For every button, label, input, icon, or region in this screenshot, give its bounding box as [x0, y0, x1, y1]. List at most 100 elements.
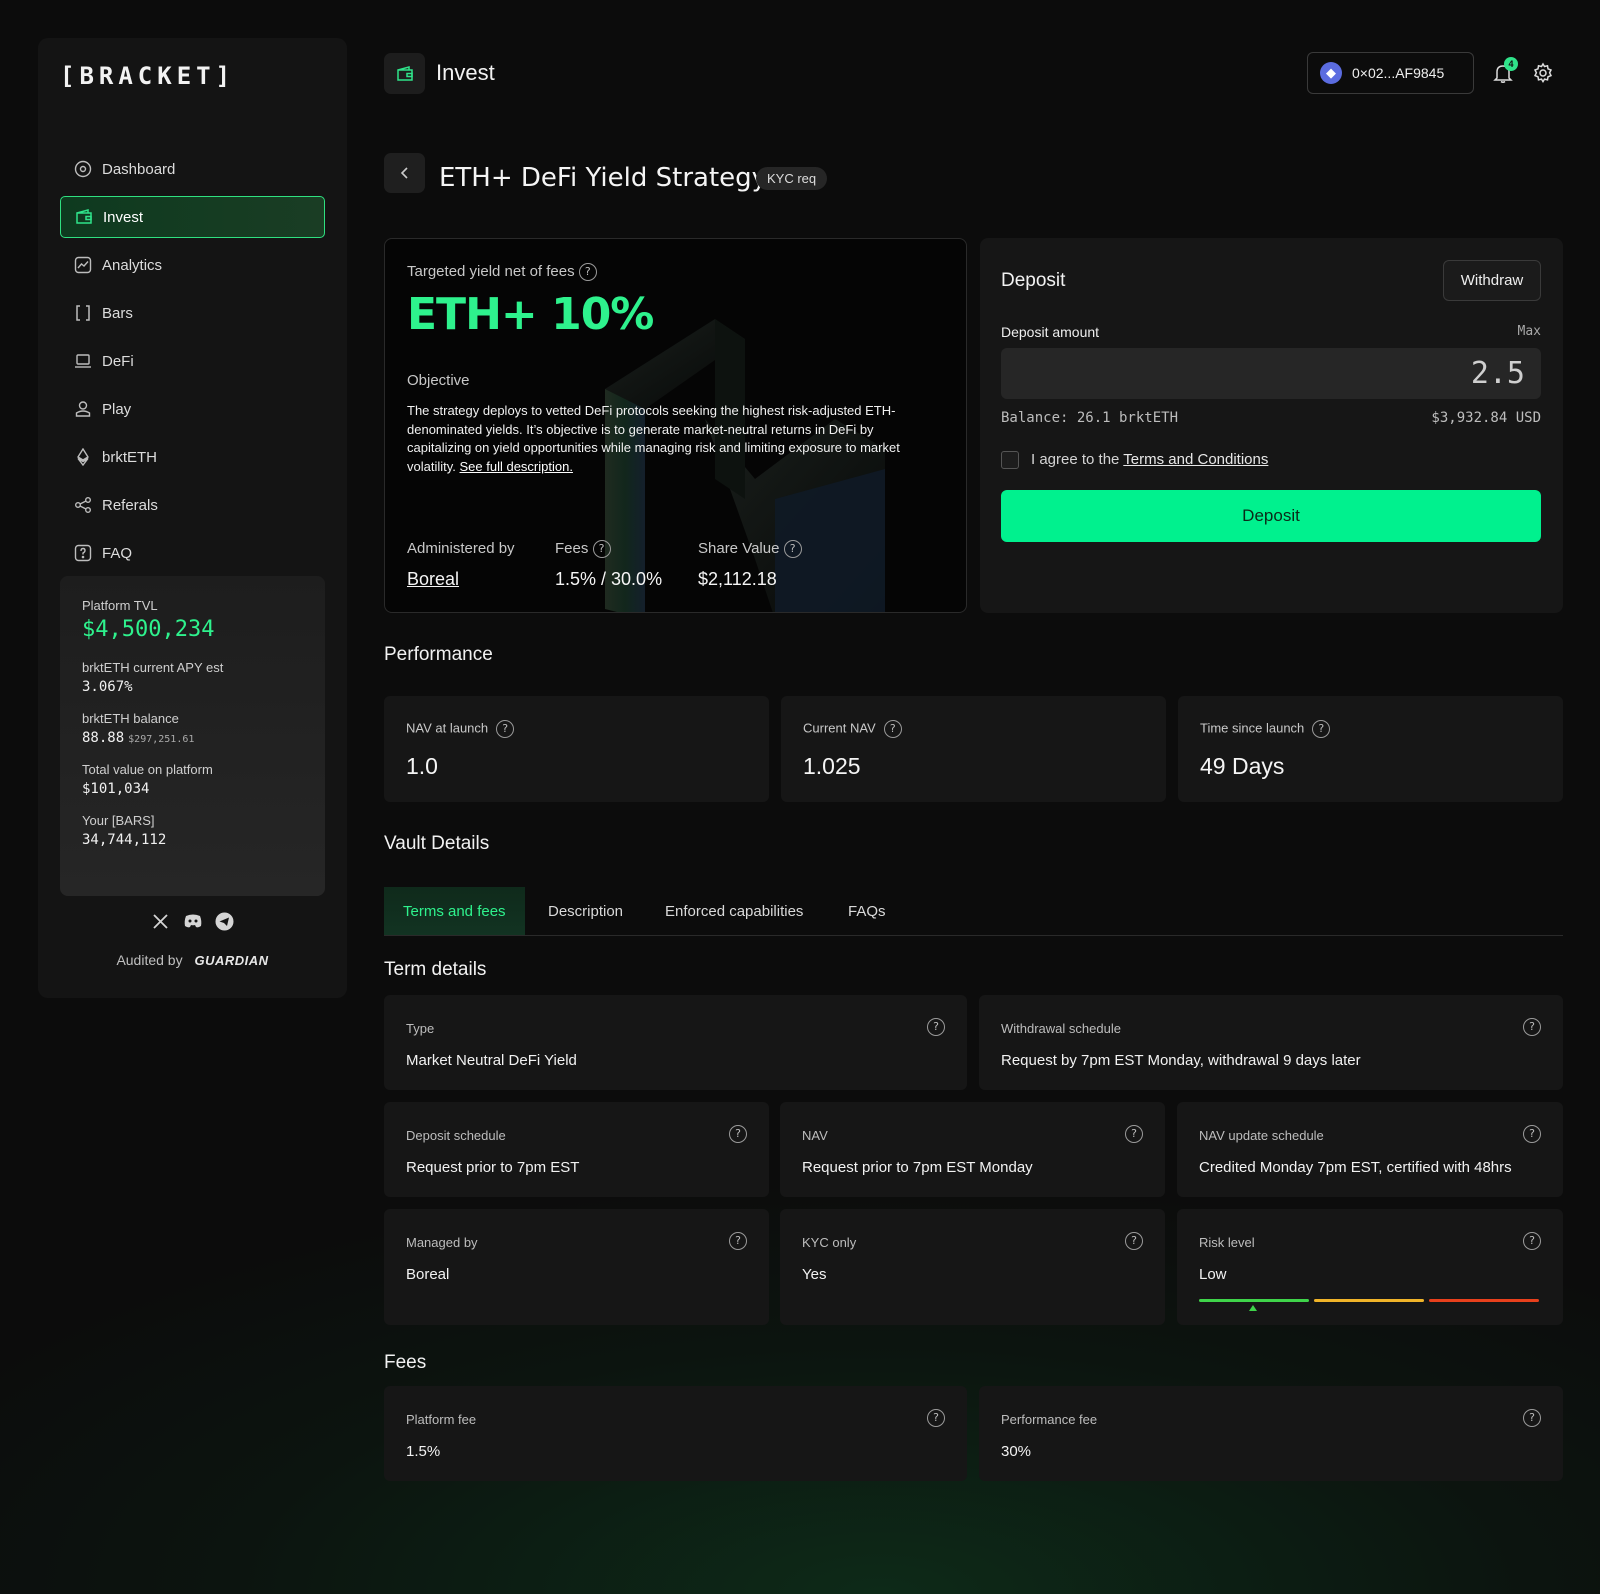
- wallet-button[interactable]: ◆ 0×02...AF9845: [1307, 52, 1474, 94]
- tab-terms-and-fees[interactable]: Terms and fees: [384, 887, 525, 935]
- term-card-managed-by: Managed by ? Boreal: [384, 1209, 769, 1325]
- deposit-amount-input[interactable]: [1001, 348, 1541, 399]
- term-value: Yes: [802, 1266, 827, 1283]
- sidebar-item-label: Bars: [102, 304, 133, 322]
- settings-gear-icon[interactable]: [1532, 62, 1554, 84]
- dashboard-icon: [74, 160, 92, 178]
- terms-link[interactable]: Terms and Conditions: [1123, 451, 1268, 468]
- guardian-logo[interactable]: GUARDIAN: [195, 953, 269, 968]
- sidebar-item-label: Invest: [103, 208, 144, 226]
- help-icon[interactable]: ?: [729, 1125, 747, 1143]
- back-button[interactable]: [384, 153, 425, 193]
- withdraw-button[interactable]: Withdraw: [1443, 260, 1541, 301]
- help-icon[interactable]: ?: [1125, 1125, 1143, 1143]
- eth-icon: [74, 448, 92, 466]
- tab-enforced-capabilities[interactable]: Enforced capabilities: [665, 887, 803, 935]
- fee-card-platform: Platform fee ? 1.5%: [384, 1386, 967, 1481]
- sidebar-item-analytics[interactable]: Analytics: [60, 244, 325, 286]
- deposit-amount-label: Deposit amount: [1001, 324, 1100, 340]
- perf-label: Time since launch: [1200, 720, 1305, 736]
- perf-label-row: NAV at launch?: [406, 720, 515, 738]
- administrator-link[interactable]: Boreal: [407, 569, 459, 590]
- perf-card-time-since-launch: Time since launch? 49 Days: [1178, 696, 1563, 802]
- perf-label-row: Time since launch?: [1200, 720, 1331, 738]
- sidebar-item-invest[interactable]: Invest: [60, 196, 325, 238]
- kyc-badge: KYC req: [756, 167, 828, 190]
- yield-value: ETH+ 10%: [407, 289, 654, 340]
- sidebar-item-dashboard[interactable]: Dashboard: [60, 148, 325, 190]
- sidebar-item-defi[interactable]: DeFi: [60, 340, 325, 382]
- apy-value: 3.067%: [82, 679, 133, 695]
- sidebar-item-bars[interactable]: Bars: [60, 292, 325, 334]
- deposit-card: Deposit Withdraw Deposit amount Max Bala…: [980, 238, 1563, 613]
- yield-label-row: Targeted yield net of fees ?: [407, 263, 597, 282]
- term-label: Risk level: [1199, 1235, 1255, 1250]
- sidebar-item-play[interactable]: Play: [60, 388, 325, 430]
- balance-label: brktETH balance: [82, 711, 179, 726]
- perf-label: NAV at launch: [406, 720, 489, 736]
- help-icon: [74, 544, 92, 562]
- help-icon[interactable]: ?: [1523, 1125, 1541, 1143]
- help-icon[interactable]: ?: [783, 540, 802, 559]
- telegram-icon[interactable]: [215, 911, 235, 931]
- help-icon[interactable]: ?: [883, 720, 902, 738]
- sidebar-item-faq[interactable]: FAQ: [60, 532, 325, 574]
- help-icon[interactable]: ?: [1125, 1232, 1143, 1250]
- share-icon: [74, 496, 92, 514]
- sidebar-item-label: Dashboard: [102, 160, 176, 178]
- perf-label-row: Current NAV?: [803, 720, 902, 738]
- term-label: Type: [406, 1021, 435, 1036]
- app-logo[interactable]: [BRACKET]: [60, 62, 235, 90]
- invest-header-icon: [384, 53, 425, 94]
- risk-segment-medium: [1314, 1299, 1424, 1302]
- perf-value: 49 Days: [1200, 753, 1285, 779]
- sidebar-item-label: DeFi: [102, 352, 134, 370]
- help-icon[interactable]: ?: [729, 1232, 747, 1250]
- help-icon[interactable]: ?: [578, 263, 597, 282]
- tab-description[interactable]: Description: [548, 887, 623, 935]
- help-icon[interactable]: ?: [927, 1018, 945, 1036]
- total-value: $101,034: [82, 781, 150, 797]
- fee-value: 30%: [1001, 1443, 1032, 1460]
- sidebar-item-referals[interactable]: Referals: [60, 484, 325, 526]
- discord-icon[interactable]: [183, 911, 203, 931]
- tvl-value: $4,500,234: [82, 617, 215, 642]
- help-icon[interactable]: ?: [1523, 1018, 1541, 1036]
- analytics-icon: [74, 256, 92, 274]
- help-icon[interactable]: ?: [1523, 1232, 1541, 1250]
- see-full-description-link[interactable]: See full description.: [460, 459, 573, 474]
- deposit-button[interactable]: Deposit: [1001, 490, 1541, 542]
- term-value: Low: [1199, 1266, 1227, 1283]
- balance-usd-text: $3,932.84 USD: [1431, 410, 1541, 426]
- term-card-deposit-schedule: Deposit schedule ? Request prior to 7pm …: [384, 1102, 769, 1197]
- help-icon[interactable]: ?: [1523, 1409, 1541, 1427]
- fee-value: 1.5%: [406, 1443, 441, 1460]
- sidebar-item-brkteth[interactable]: brktETH: [60, 436, 325, 478]
- sidebar-item-label: brktETH: [102, 448, 158, 466]
- max-button[interactable]: Max: [1518, 324, 1541, 339]
- term-value: Boreal: [406, 1266, 450, 1283]
- balance-amount: 88.88: [82, 730, 125, 746]
- bars-label: Your [BARS]: [82, 813, 155, 828]
- help-icon[interactable]: ?: [1312, 720, 1331, 738]
- perf-card-nav-launch: NAV at launch? 1.0: [384, 696, 769, 802]
- audited-label: Audited by: [116, 952, 183, 968]
- x-icon[interactable]: [151, 911, 171, 931]
- terms-checkbox[interactable]: [1001, 451, 1019, 469]
- help-icon[interactable]: ?: [496, 720, 515, 738]
- risk-segment-high: [1429, 1299, 1539, 1302]
- ethereum-icon: ◆: [1320, 62, 1342, 84]
- term-label: KYC only: [802, 1235, 857, 1250]
- term-details-title: Term details: [384, 959, 487, 980]
- laptop-icon: [74, 352, 92, 370]
- help-icon[interactable]: ?: [927, 1409, 945, 1427]
- term-value: Request prior to 7pm EST: [406, 1159, 580, 1176]
- help-icon[interactable]: ?: [592, 540, 611, 559]
- risk-pointer: [1249, 1305, 1258, 1311]
- term-label: Deposit schedule: [406, 1128, 506, 1143]
- term-label: Managed by: [406, 1235, 478, 1250]
- fees-label: Fees: [555, 540, 589, 557]
- fee-label: Performance fee: [1001, 1412, 1098, 1427]
- tab-faqs[interactable]: FAQs: [848, 887, 886, 935]
- share-value: $2,112.18: [698, 569, 777, 589]
